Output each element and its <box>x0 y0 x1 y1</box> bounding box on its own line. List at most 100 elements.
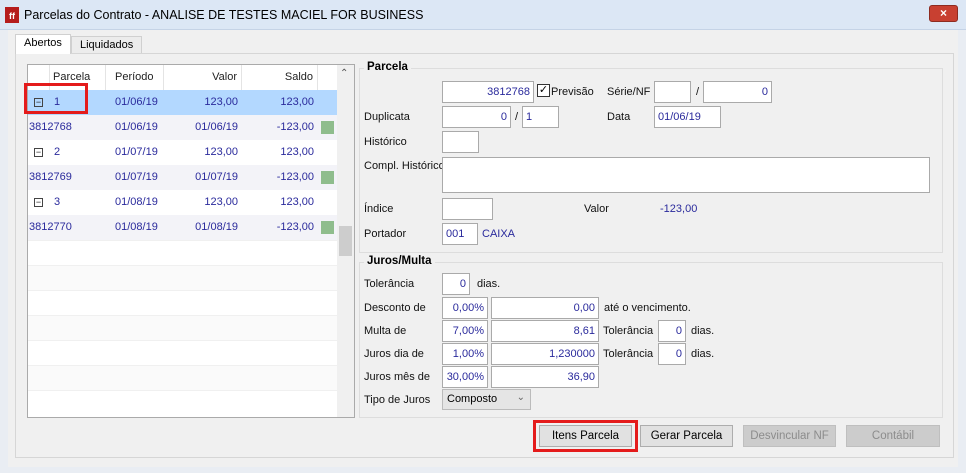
contabil-button[interactable]: Contábil <box>846 425 940 447</box>
serie-field[interactable] <box>654 81 691 103</box>
portador-field[interactable]: 001 <box>442 223 478 245</box>
empty-row <box>28 240 338 265</box>
empty-row <box>28 265 338 290</box>
juros-group-title: Juros/Multa <box>364 255 435 267</box>
highlight-parcela-1 <box>24 83 88 114</box>
tab-abertos[interactable]: Abertos <box>15 34 71 54</box>
empty-row <box>28 390 338 415</box>
cell-periodo: 01/07/19 <box>115 171 158 183</box>
cell-parcela: 3812769 <box>29 171 72 183</box>
table-row[interactable]: − 3 01/08/19 123,00 123,00 <box>28 190 338 215</box>
cell-valor: 01/08/19 <box>195 221 238 233</box>
cell-saldo: 123,00 <box>280 196 314 208</box>
valor-value: -123,00 <box>660 203 698 215</box>
empty-row <box>28 290 338 315</box>
dias-label: dias. <box>691 348 715 360</box>
close-button[interactable]: × <box>929 5 958 22</box>
multa-tolerancia-field[interactable]: 0 <box>658 320 686 342</box>
juros-tolerancia-label: Tolerância <box>603 348 654 360</box>
cell-valor: 01/06/19 <box>195 121 238 133</box>
collapse-icon[interactable]: − <box>34 148 43 157</box>
tipo-juros-label: Tipo de Juros <box>364 394 431 406</box>
desconto-label: Desconto de <box>364 302 426 314</box>
duplicata-field[interactable]: 0 <box>442 106 511 128</box>
cell-periodo: 01/08/19 <box>115 221 158 233</box>
cell-periodo: 01/07/19 <box>115 146 158 158</box>
portador-label: Portador <box>364 228 407 240</box>
ate-vencimento-label: até o vencimento. <box>604 302 691 314</box>
tab-liquidados[interactable]: Liquidados <box>71 36 143 53</box>
multa-label: Multa de <box>364 325 407 337</box>
historico-field[interactable] <box>442 131 479 153</box>
parcela-group-title: Parcela <box>364 61 411 73</box>
empty-row <box>28 340 338 365</box>
col-valor[interactable]: Valor <box>164 65 242 90</box>
data-label: Data <box>607 111 631 123</box>
cell-periodo: 01/06/19 <box>115 96 158 108</box>
multa-pct-field[interactable]: 7,00% <box>442 320 488 342</box>
cell-parcela: 3812770 <box>29 221 72 233</box>
window-title: Parcelas do Contrato - ANALISE DE TESTES… <box>24 8 424 22</box>
cell-parcela: 2 <box>54 146 61 158</box>
cell-saldo: -123,00 <box>276 221 314 233</box>
cell-parcela: 3812768 <box>29 121 72 133</box>
juros-mes-pct-field[interactable]: 30,00% <box>442 366 488 388</box>
collapse-icon[interactable]: − <box>34 198 43 207</box>
multa-tolerancia-label: Tolerância <box>603 325 654 337</box>
status-indicator <box>321 171 334 184</box>
status-indicator <box>321 221 334 234</box>
previsao-label: Previsão <box>551 86 594 98</box>
tolerancia-field[interactable]: 0 <box>442 273 470 295</box>
serie-label: Série/NF <box>607 86 651 98</box>
cell-periodo: 01/06/19 <box>115 121 158 133</box>
empty-row <box>28 315 338 340</box>
valor-label: Valor <box>584 203 609 215</box>
col-periodo[interactable]: Período <box>106 65 164 90</box>
indice-field[interactable] <box>442 198 493 220</box>
cell-valor: 01/07/19 <box>195 171 238 183</box>
gerar-parcela-button[interactable]: Gerar Parcela <box>640 425 733 447</box>
highlight-itens-parcela <box>533 420 638 452</box>
dias-label: dias. <box>691 325 715 337</box>
desconto-valor-field[interactable]: 0,00 <box>491 297 599 319</box>
table-row[interactable]: 3812769 01/07/19 01/07/19 -123,00 <box>28 165 338 190</box>
grid-scrollbar[interactable]: ⌃ <box>337 65 354 417</box>
desconto-pct-field[interactable]: 0,00% <box>442 297 488 319</box>
parcelas-grid[interactable]: Parcela Período Valor Saldo −1 01/06/19 12… <box>27 64 355 418</box>
chevron-down-icon: ⌄ <box>516 392 525 403</box>
juros-mes-valor-field[interactable]: 36,90 <box>491 366 599 388</box>
juros-dia-valor-field[interactable]: 1,230000 <box>491 343 599 365</box>
parcela-numero-field[interactable]: 3812768 <box>442 81 534 103</box>
cell-saldo: -123,00 <box>276 171 314 183</box>
tipo-juros-value: Composto <box>447 393 498 405</box>
nf-field[interactable]: 0 <box>703 81 772 103</box>
multa-valor-field[interactable]: 8,61 <box>491 320 599 342</box>
compl-historico-label: Compl. Histórico <box>364 160 445 172</box>
previsao-checkbox[interactable]: ✓ <box>537 84 550 97</box>
cell-saldo: 123,00 <box>280 96 314 108</box>
desvincular-nf-button[interactable]: Desvincular NF <box>743 425 836 447</box>
cell-valor: 123,00 <box>204 196 238 208</box>
cell-saldo: -123,00 <box>276 121 314 133</box>
juros-tolerancia-field[interactable]: 0 <box>658 343 686 365</box>
juros-dia-label: Juros dia de <box>364 348 424 360</box>
cell-valor: 123,00 <box>204 96 238 108</box>
table-row[interactable]: 3812770 01/08/19 01/08/19 -123,00 <box>28 215 338 240</box>
cell-valor: 123,00 <box>204 146 238 158</box>
tipo-juros-select[interactable]: Composto ⌄ <box>442 389 531 410</box>
scroll-up-icon[interactable]: ⌃ <box>340 68 348 79</box>
cell-periodo: 01/08/19 <box>115 196 158 208</box>
juros-mes-label: Juros mês de <box>364 371 431 383</box>
data-field[interactable]: 01/06/19 <box>654 106 721 128</box>
compl-historico-field[interactable] <box>442 157 930 193</box>
historico-label: Histórico <box>364 136 407 148</box>
dias-label: dias. <box>477 278 501 290</box>
table-row[interactable]: 3812768 01/06/19 01/06/19 -123,00 <box>28 115 338 140</box>
status-indicator <box>321 121 334 134</box>
col-saldo[interactable]: Saldo <box>242 65 318 90</box>
duplicata-of-field[interactable]: 1 <box>522 106 559 128</box>
scroll-thumb[interactable] <box>339 226 352 256</box>
table-row[interactable]: − 2 01/07/19 123,00 123,00 <box>28 140 338 165</box>
juros-dia-pct-field[interactable]: 1,00% <box>442 343 488 365</box>
portador-nome: CAIXA <box>482 228 516 240</box>
